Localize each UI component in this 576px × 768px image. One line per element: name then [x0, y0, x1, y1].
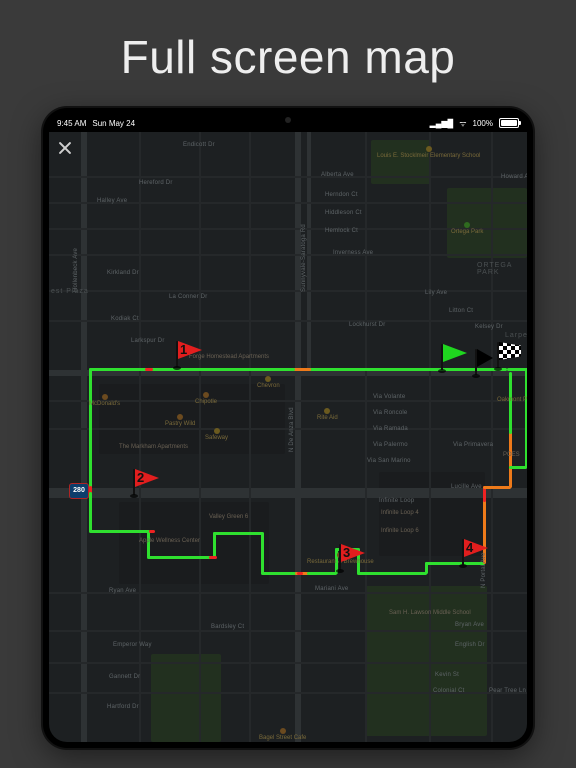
street-label: Via Primavera — [453, 442, 493, 448]
street-label: N Portal Ave — [481, 552, 487, 588]
device-frame: 9:45 AM Sun May 24 ▂▄▆█ ᯤ 100% — [43, 108, 533, 748]
street-label: Via Volante — [373, 394, 405, 400]
street-label: Bryan Ave — [455, 622, 484, 628]
poi-label[interactable]: McDonald's — [89, 394, 120, 407]
street-label: Inverness Ave — [333, 250, 373, 256]
street-label: Via Ramada — [373, 426, 408, 432]
street-label: Mariani Ave — [315, 586, 348, 592]
street-label: Lily Ave — [425, 290, 447, 296]
street-label: Herndon Ct — [325, 192, 358, 198]
street-label: Halley Ave — [97, 198, 127, 204]
street-label: Hartford Dr — [107, 704, 139, 710]
poi-label[interactable]: Chevron — [257, 376, 280, 389]
area-label: ORTEGA PARK — [477, 262, 527, 276]
poi-label[interactable]: Louis E. Stocklmeir Elementary School — [377, 146, 480, 159]
street-label: Kelsey Dr — [475, 324, 503, 330]
street-label: Gannett Dr — [109, 674, 140, 680]
street-label: Hereford Dr — [139, 180, 173, 186]
poi-label[interactable]: Infinite Loop 6 — [381, 528, 419, 534]
street-label: Endicott Dr — [183, 142, 215, 148]
battery-icon — [499, 118, 519, 128]
poi-label[interactable]: Bagel Street Cafe — [259, 728, 306, 741]
poi-label[interactable]: Chipotle — [195, 392, 217, 405]
street-label: Larkspur Dr — [131, 338, 165, 344]
poi-label[interactable]: Apple Wellness Center — [139, 538, 200, 544]
poi-label[interactable]: Ortega Park — [451, 222, 483, 235]
area-label: Larpen — [505, 332, 527, 339]
street-label: Via San Marino — [367, 458, 411, 464]
street-label: Colonial Ct — [433, 688, 465, 694]
poi-label[interactable]: Infinite Loop 4 — [381, 510, 419, 516]
street-label: Lucille Ave — [451, 484, 482, 490]
close-button[interactable] — [55, 138, 75, 158]
street-label: Sunnyvale-Saratoga Rd — [301, 224, 307, 292]
status-date: Sun May 24 — [92, 119, 135, 128]
signal-icon: ▂▄▆█ — [430, 119, 454, 128]
area-label: est Plaza — [51, 288, 89, 295]
poi-label[interactable]: Sam H. Lawson Middle School — [389, 610, 471, 616]
street-label: Lockhurst Dr — [349, 322, 385, 328]
street-label: Kevin St — [435, 672, 459, 678]
street-label: Via Roncole — [373, 410, 407, 416]
poi-label[interactable]: Rite Aid — [317, 408, 338, 421]
poi-label[interactable]: Pastry Wild — [165, 414, 195, 427]
street-label: Litton Ct — [449, 308, 473, 314]
street-label: Hiddleson Ct — [325, 210, 362, 216]
street-label: Kodiak Ct — [111, 316, 139, 322]
street-label: Howard Ave — [501, 174, 527, 180]
street-label: Pear Tree Ln — [489, 688, 526, 694]
street-label: English Dr — [455, 642, 485, 648]
street-label: Kirkland Dr — [107, 270, 139, 276]
street-label: Hemlock Ct — [325, 228, 358, 234]
street-label: Emperor Way — [113, 642, 152, 648]
poi-label[interactable]: POES — [503, 452, 520, 458]
street-label: Via Palermo — [373, 442, 408, 448]
poi-label[interactable]: Safeway — [205, 428, 228, 441]
street-label: Ryan Ave — [109, 588, 136, 594]
street-label: La Conner Dr — [169, 294, 207, 300]
wifi-icon: ᯤ — [459, 118, 466, 129]
map-canvas[interactable]: 280 — [49, 132, 527, 742]
battery-pct: 100% — [473, 119, 493, 128]
street-label: Bardsley Ct — [211, 624, 244, 630]
street-label: Hollenbeck Ave — [73, 248, 79, 292]
street-label: N De Anza Blvd — [289, 407, 295, 452]
status-bar: 9:45 AM Sun May 24 ▂▄▆█ ᯤ 100% — [43, 116, 533, 130]
poi-label[interactable]: Valley Green 6 — [209, 514, 248, 520]
poi-label[interactable]: The Markham Apartments — [119, 444, 188, 450]
poi-label[interactable]: Oakmont Produce Market — [497, 390, 527, 403]
status-time: 9:45 AM — [57, 119, 86, 128]
street-label: Infinite Loop — [379, 498, 414, 504]
street-label: Alberta Ave — [321, 172, 354, 178]
page-title: Full screen map — [0, 30, 576, 84]
